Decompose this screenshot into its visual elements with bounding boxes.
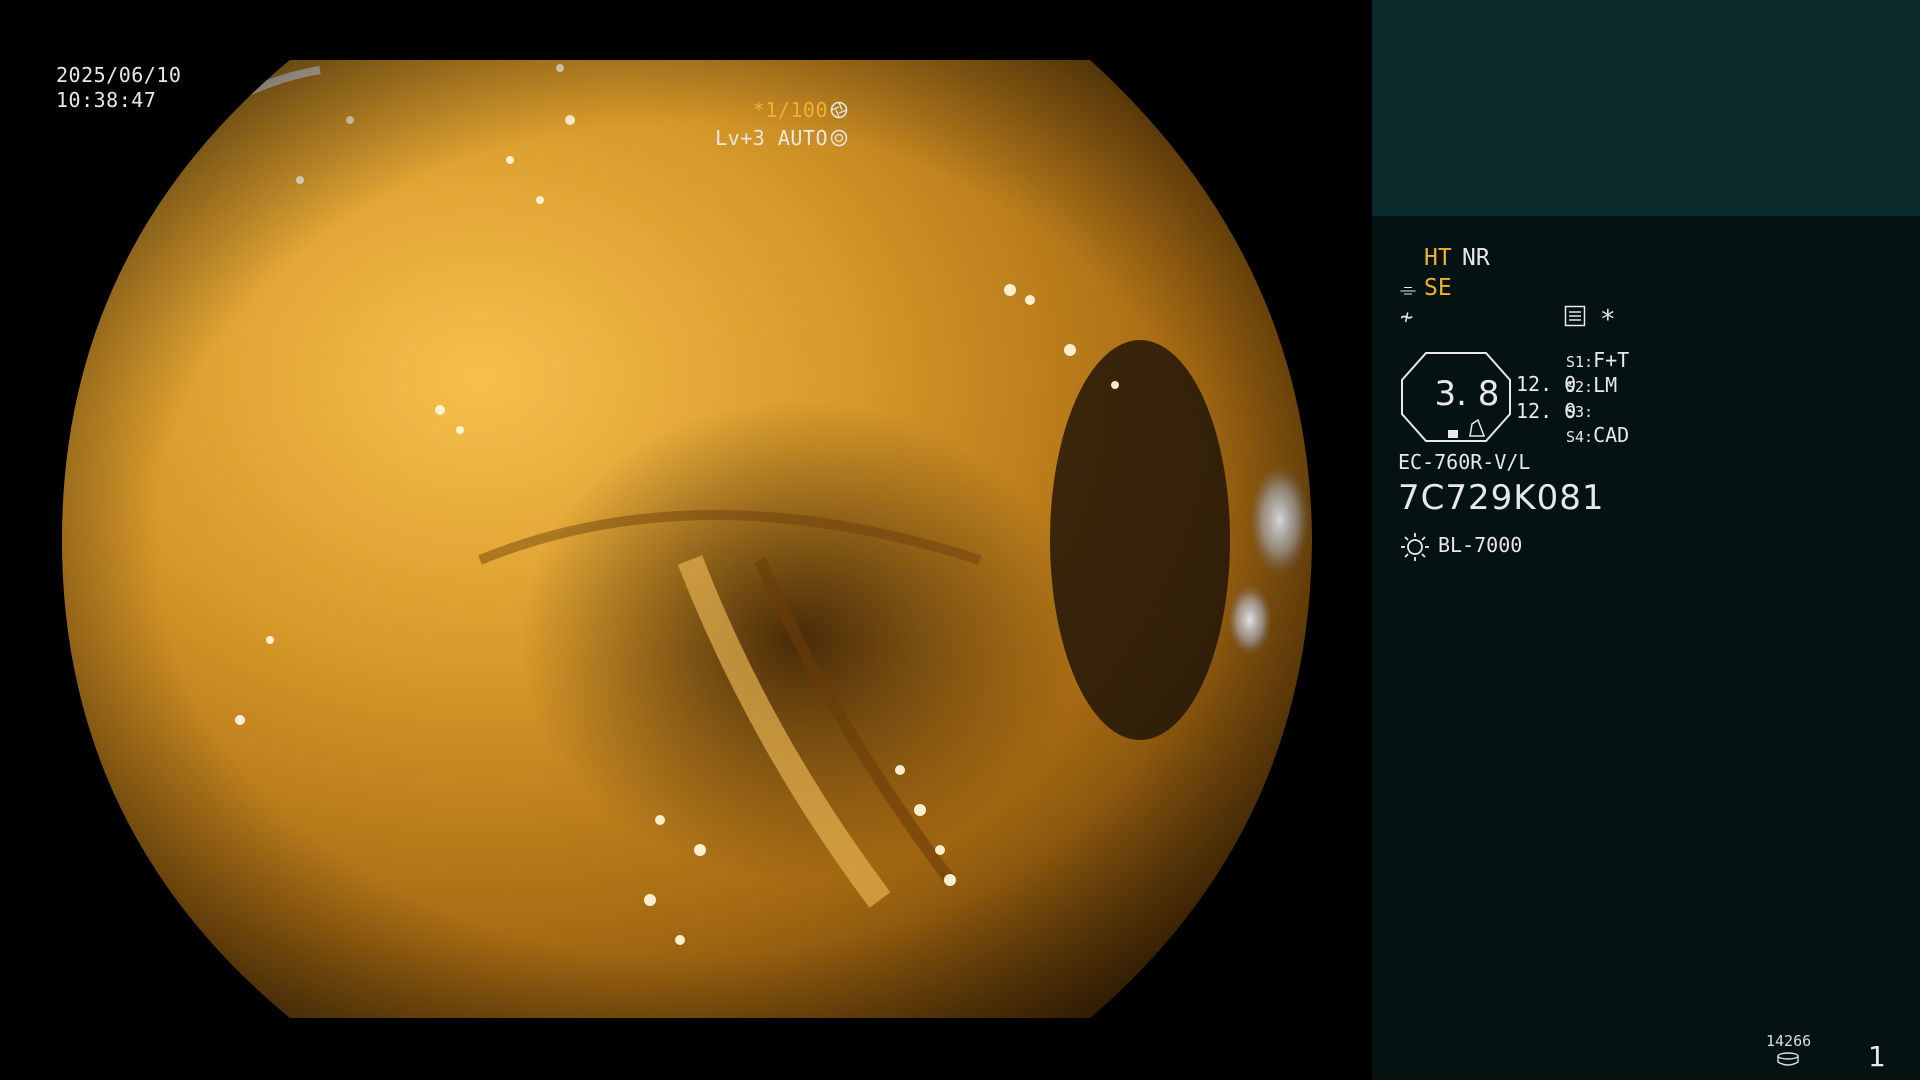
- switch-s2: S2:LM: [1566, 373, 1618, 397]
- shutter-text: *1/100: [752, 98, 828, 122]
- iris-icon: [830, 101, 848, 119]
- auto-iris-icon: [830, 129, 848, 147]
- star-icon: *: [1600, 305, 1616, 335]
- datetime: 2025/06/10 10:38:47: [56, 63, 181, 113]
- storage-counter: 14266: [1766, 1032, 1812, 1050]
- menu-icon: [1564, 305, 1586, 327]
- storage-icon: [1777, 1052, 1799, 1066]
- switch-s4: S4:CAD: [1566, 423, 1630, 447]
- ht-label: HT: [1424, 245, 1452, 271]
- structure-enhance-icon: ⌯: [1400, 277, 1416, 301]
- info-panel: HT NR ⌯ SE ≁ * 3. 8 12. 0 12. 0 S1:F+T S…: [1372, 0, 1920, 1080]
- time-text: 10:38:47: [56, 88, 157, 112]
- nr-label: NR: [1462, 245, 1490, 271]
- endoscope-image: 2025/06/10 10:38:47 *1/100 Lv+3 AUTO: [0, 0, 1372, 1080]
- endoscope-image-svg: [62, 60, 1312, 1018]
- light-source-label: BL-7000: [1438, 533, 1523, 557]
- switch-s1: S1:F+T: [1566, 348, 1630, 372]
- zoom-value: 3. 8: [1434, 374, 1500, 414]
- scope-serial: 7C729K081: [1398, 478, 1605, 518]
- shutter-speed: *1/100: [753, 98, 848, 123]
- page-number: 1: [1868, 1040, 1886, 1073]
- light-source-icon: [1401, 533, 1429, 561]
- endoscopy-screen: 2025/06/10 10:38:47 *1/100 Lv+3 AUTO HT …: [0, 0, 1920, 1080]
- freeze-icon: ≁: [1400, 305, 1414, 330]
- switch-s3: S3:: [1566, 403, 1594, 421]
- level-text: Lv+3 AUTO: [715, 126, 828, 150]
- se-label: SE: [1424, 275, 1452, 301]
- scope-model: EC-760R-V/L: [1398, 450, 1531, 474]
- patient-info-box: [1372, 0, 1920, 216]
- brightness-level: Lv+3 AUTO: [715, 126, 848, 151]
- date-text: 2025/06/10: [56, 63, 182, 87]
